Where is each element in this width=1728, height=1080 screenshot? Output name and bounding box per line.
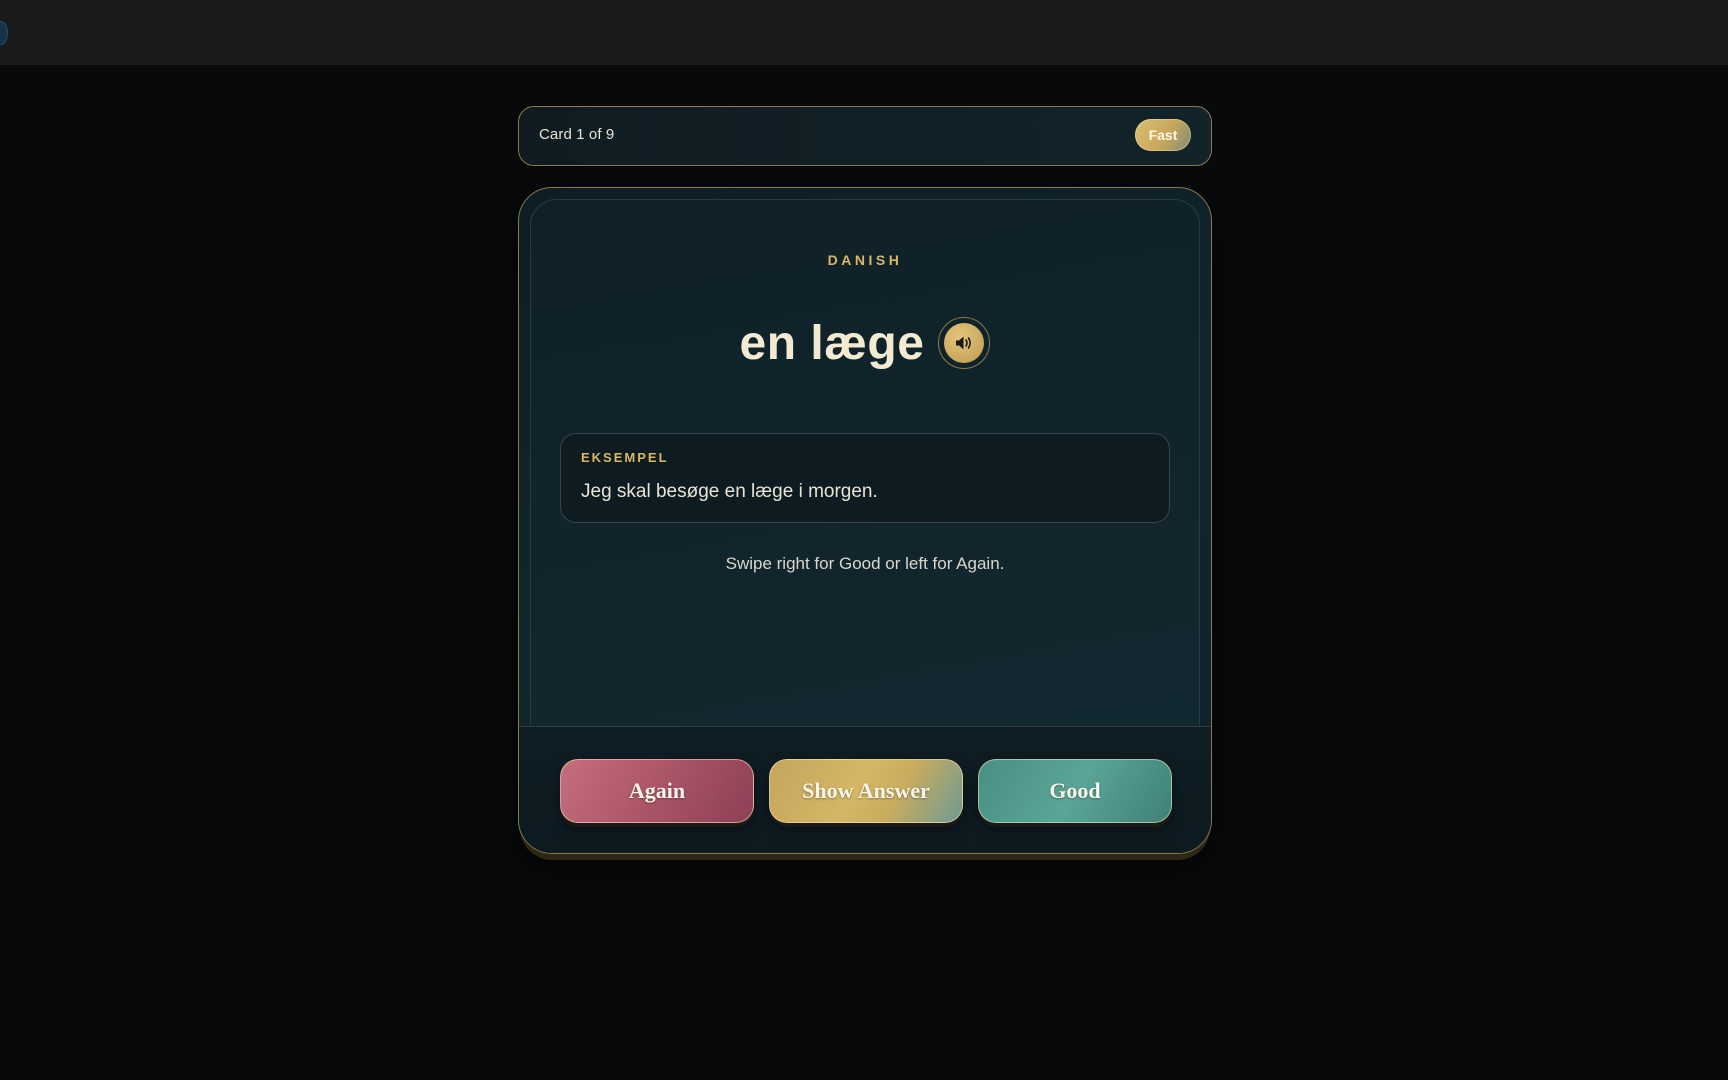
session-header: Card 1 of 9 Fast bbox=[518, 106, 1212, 166]
mode-toggle-button[interactable]: Fast bbox=[1135, 119, 1191, 151]
play-audio-button[interactable] bbox=[938, 317, 991, 369]
menu-icon[interactable] bbox=[0, 21, 8, 45]
card-word: en læge bbox=[739, 316, 925, 370]
language-label: DANISH bbox=[827, 252, 903, 268]
show-answer-button[interactable]: Show Answer bbox=[769, 759, 963, 823]
top-bar bbox=[0, 0, 1728, 65]
word-row: en læge bbox=[519, 310, 1211, 376]
good-button[interactable]: Good bbox=[978, 759, 1172, 823]
again-button[interactable]: Again bbox=[560, 759, 754, 823]
flashcard[interactable]: DANISH en læge EKSEMPEL Jeg skal besøge … bbox=[518, 187, 1212, 854]
example-sentence: Jeg skal besøge en læge i morgen. bbox=[581, 481, 878, 502]
swipe-hint: Swipe right for Good or left for Again. bbox=[725, 554, 1005, 573]
speaker-icon bbox=[944, 323, 985, 363]
example-label: EKSEMPEL bbox=[581, 450, 669, 465]
example-box: EKSEMPEL Jeg skal besøge en læge i morge… bbox=[560, 433, 1170, 523]
card-counter: Card 1 of 9 bbox=[539, 126, 615, 143]
action-footer: Again Show Answer Good bbox=[519, 726, 1211, 853]
